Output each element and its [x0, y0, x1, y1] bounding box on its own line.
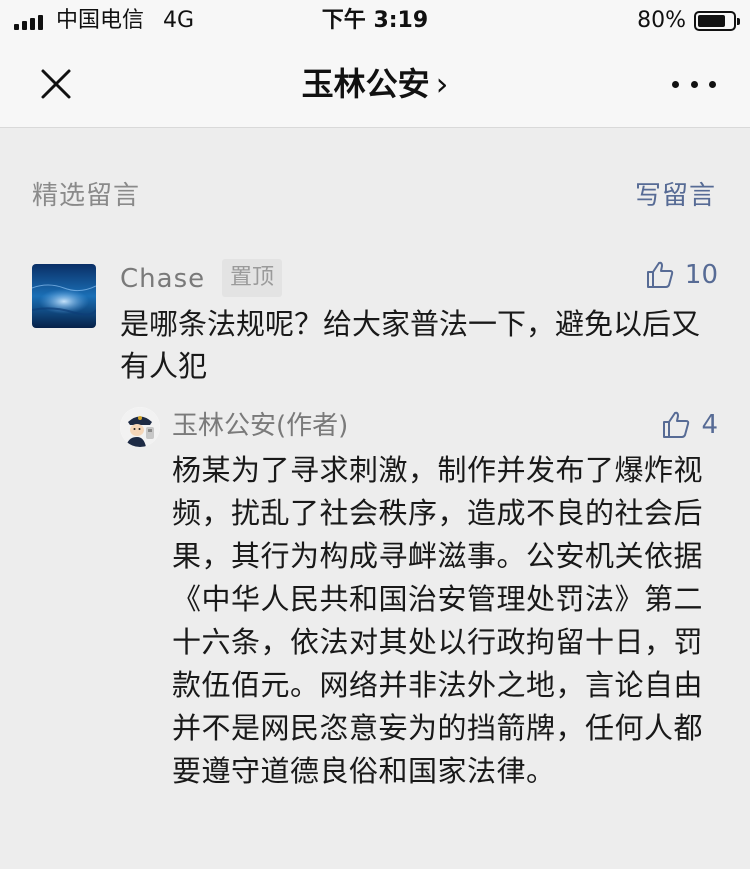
pinned-badge: 置顶	[222, 259, 283, 297]
more-icon[interactable]	[672, 72, 716, 96]
account-name: 玉林公安	[301, 65, 430, 103]
comment-text: 是哪条法规呢？给大家普法一下，避免以后又有人犯	[120, 307, 701, 383]
like-count: 10	[684, 260, 718, 290]
thumbs-up-icon	[663, 411, 690, 438]
reply-like-button[interactable]: 4	[661, 409, 718, 441]
avatar[interactable]	[32, 264, 96, 328]
like-button[interactable]: 10	[645, 259, 718, 291]
write-comment-button[interactable]: 写留言	[635, 178, 716, 214]
status-bar: 中国电信 4G 下午 3:19 80%	[0, 0, 750, 40]
reply-like-count: 4	[701, 410, 718, 440]
comment-author[interactable]: Chase	[120, 263, 205, 295]
reply-author[interactable]: 玉林公安(作者)	[172, 409, 348, 443]
reply-text: 杨某为了寻求刺激，制作并发布了爆炸视频，扰乱了社会秩序，造成不良的社会后果，其行…	[172, 453, 704, 788]
battery-percent: 80%	[637, 8, 686, 33]
battery-icon	[694, 11, 740, 31]
author-avatar[interactable]	[120, 407, 160, 447]
thumbs-up-icon	[646, 261, 674, 288]
section-label: 精选留言	[32, 181, 141, 211]
battery-fill	[698, 15, 726, 27]
nav-bar: 玉林公安 ›	[0, 40, 750, 128]
chevron-right-icon: ›	[435, 65, 449, 103]
account-title[interactable]: 玉林公安 ›	[0, 64, 750, 104]
